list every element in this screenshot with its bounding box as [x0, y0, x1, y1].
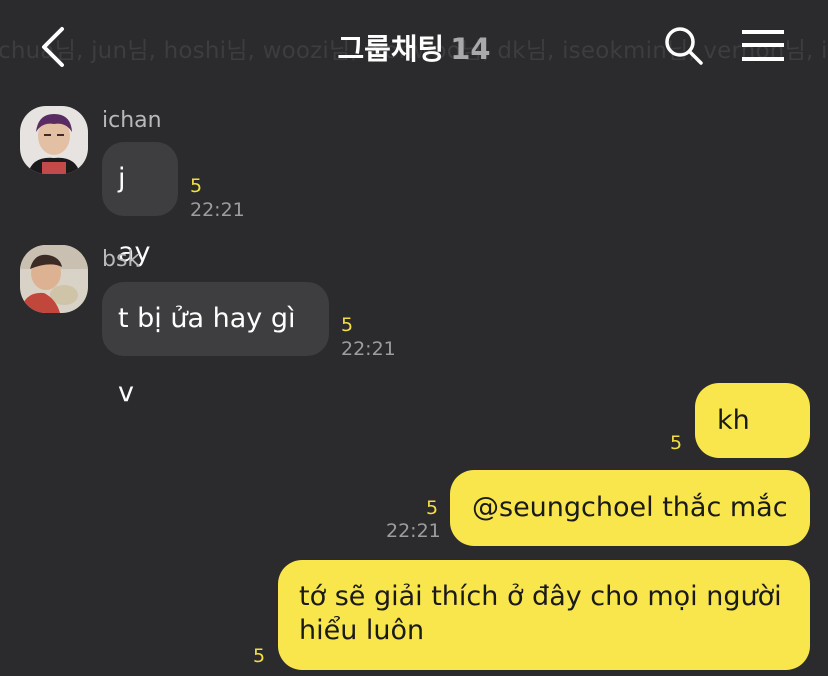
message-line: tớ sẽ giải thích ở đây cho mọi người [299, 581, 782, 612]
profile-photo [20, 245, 88, 313]
back-button[interactable] [36, 24, 76, 70]
message-bubble[interactable]: kh có [695, 383, 810, 511]
message-bubble[interactable]: j ay [102, 142, 178, 268]
message-time: 22:21 [341, 338, 396, 360]
message-line: hiểu luôn [299, 615, 425, 646]
chevron-left-icon [42, 27, 64, 67]
unread-count: 5 [253, 645, 266, 667]
message-bubble[interactable]: tớ sẽ giải thích ở đây cho mọi người hiể… [278, 560, 810, 670]
unread-count: 5 [190, 175, 203, 197]
avatar-ichan[interactable] [20, 106, 88, 174]
profile-photo [20, 106, 88, 174]
message-bubble[interactable]: @seungchoel thắc mắc [450, 470, 810, 546]
sender-name: ichan [102, 108, 162, 133]
unread-count: 5 [426, 497, 439, 519]
message-time: 22:21 [190, 199, 245, 221]
search-button[interactable] [662, 24, 706, 68]
hamburger-menu-icon [742, 30, 784, 61]
message-bubble[interactable]: t bị ửa hay gì v [102, 282, 329, 408]
chat-header: chua님, jun님, hoshi님, woozi님, wonwoo님, dk… [0, 0, 828, 92]
avatar-bsk[interactable] [20, 245, 88, 313]
menu-button[interactable] [740, 26, 786, 66]
unread-count: 5 [670, 432, 683, 454]
message-time: 22:21 [386, 520, 441, 542]
sender-name: bsk [102, 247, 141, 272]
search-icon [665, 27, 703, 65]
unread-count: 5 [341, 314, 354, 336]
